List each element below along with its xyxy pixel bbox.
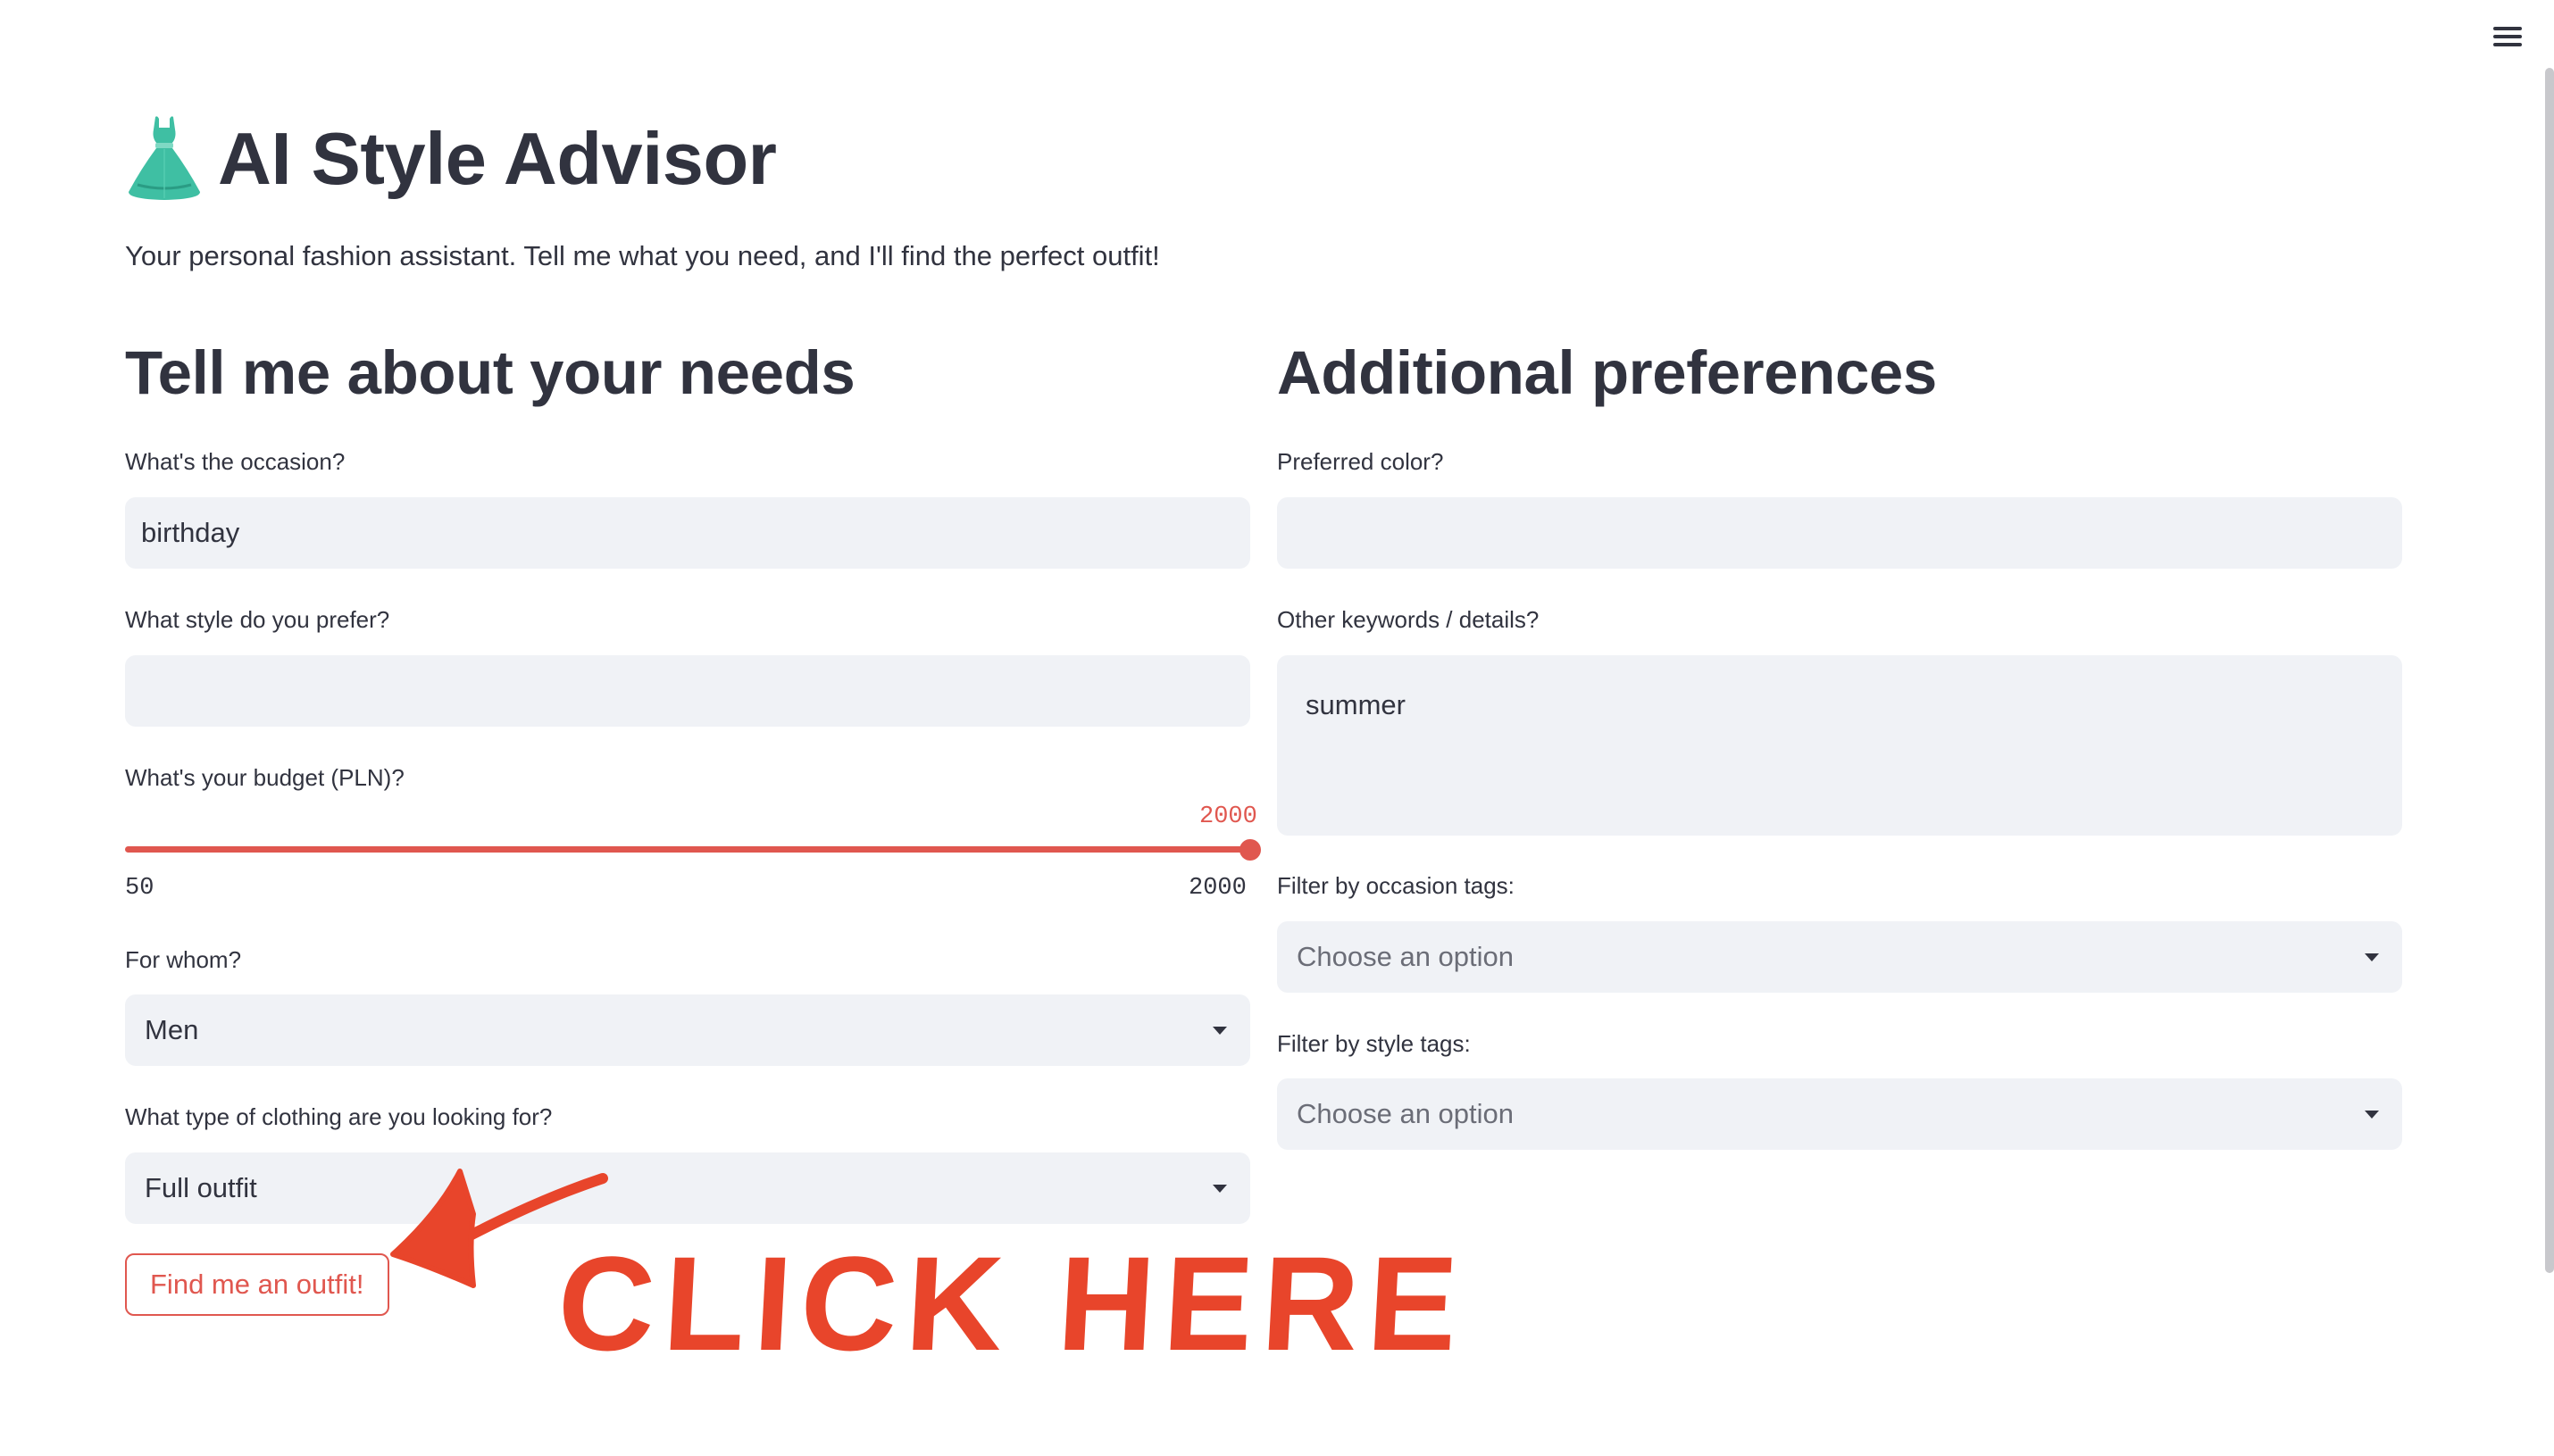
- budget-label: What's your budget (PLN)?: [125, 764, 405, 791]
- clothing-type-label: What type of clothing are you looking fo…: [125, 1103, 553, 1130]
- budget-slider-value: 2000: [1199, 803, 1257, 830]
- occasion-tags-select[interactable]: Choose an option: [1277, 921, 2402, 993]
- style-tags-label: Filter by style tags:: [1277, 1030, 1471, 1057]
- page-title: AI Style Advisor: [218, 116, 777, 200]
- clothing-type-value: Full outfit: [145, 1172, 257, 1203]
- for-whom-value: Men: [145, 1014, 199, 1045]
- for-whom-select[interactable]: Men: [125, 994, 1250, 1066]
- budget-slider-max: 2000: [1189, 875, 1247, 902]
- page-subtitle: Your personal fashion assistant. Tell me…: [125, 240, 1160, 271]
- occasion-label: What's the occasion?: [125, 448, 346, 475]
- chevron-down-icon: [1213, 1027, 1227, 1035]
- style-tags-placeholder: Choose an option: [1297, 1098, 1515, 1129]
- budget-slider-min: 50: [125, 875, 154, 902]
- hamburger-menu-icon[interactable]: [2490, 21, 2527, 52]
- preferences-heading: Additional preferences: [1277, 338, 1937, 407]
- budget-slider-track[interactable]: [125, 846, 1250, 853]
- color-input[interactable]: [1277, 497, 2402, 569]
- clothing-type-select[interactable]: Full outfit: [125, 1152, 1250, 1224]
- style-label: What style do you prefer?: [125, 606, 390, 633]
- occasion-input[interactable]: [125, 497, 1250, 569]
- click-here-annotation: CLICK HERE: [554, 1228, 1471, 1378]
- dress-icon: [129, 116, 200, 200]
- find-outfit-button[interactable]: Find me an outfit!: [125, 1253, 389, 1316]
- occasion-tags-placeholder: Choose an option: [1297, 941, 1515, 972]
- keywords-textarea[interactable]: summer: [1277, 655, 2402, 836]
- needs-heading: Tell me about your needs: [125, 338, 856, 407]
- chevron-down-icon: [1213, 1185, 1227, 1193]
- color-label: Preferred color?: [1277, 448, 1444, 475]
- for-whom-label: For whom?: [125, 946, 242, 973]
- budget-slider-thumb[interactable]: [1239, 839, 1261, 861]
- chevron-down-icon: [2365, 1111, 2379, 1119]
- style-input[interactable]: [125, 655, 1250, 727]
- scrollbar[interactable]: [2545, 68, 2554, 1273]
- style-tags-select[interactable]: Choose an option: [1277, 1078, 2402, 1150]
- title-row: AI Style Advisor: [123, 109, 777, 207]
- chevron-down-icon: [2365, 953, 2379, 961]
- app-page: AI Style Advisor Your personal fashion a…: [0, 0, 2554, 1456]
- keywords-label: Other keywords / details?: [1277, 606, 1540, 633]
- occasion-tags-label: Filter by occasion tags:: [1277, 872, 1515, 899]
